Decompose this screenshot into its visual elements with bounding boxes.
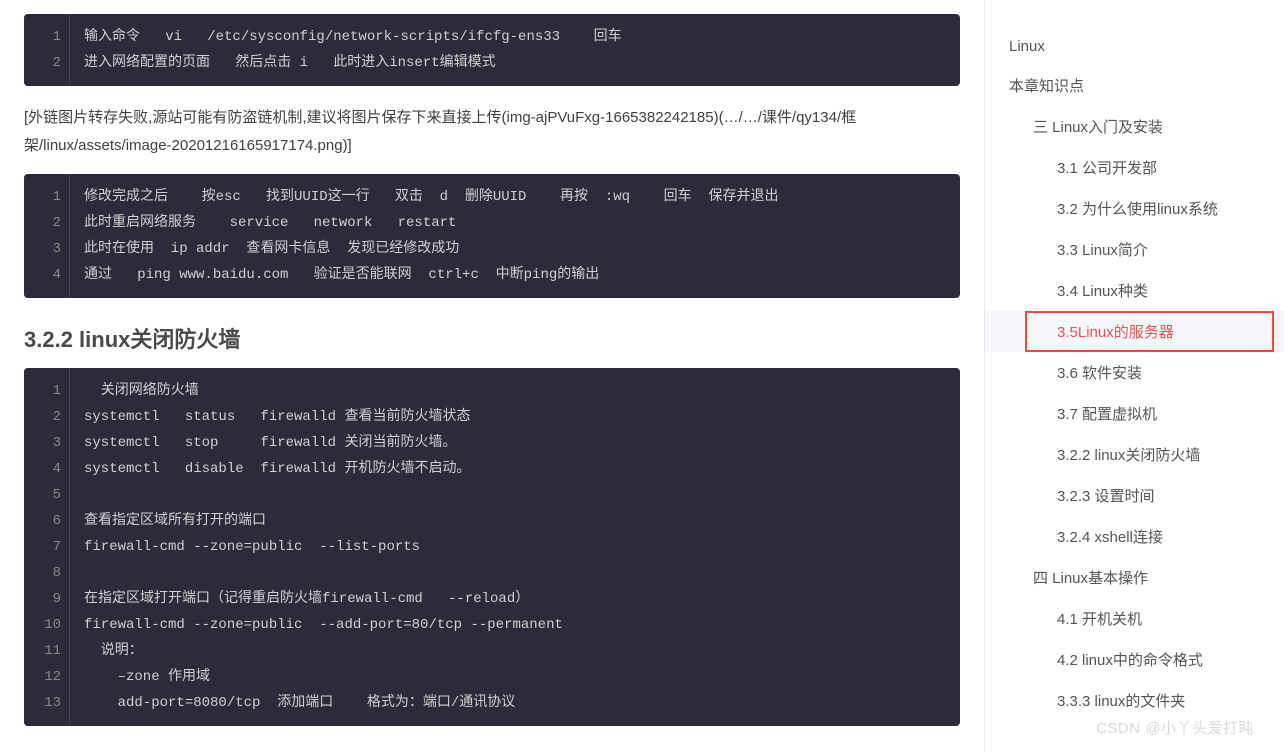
- toc-sidebar: Linux本章知识点三 Linux入门及安装3.1 公司开发部3.2 为什么使用…: [984, 0, 1284, 752]
- toc-item[interactable]: 3.2 为什么使用linux系统: [985, 188, 1284, 229]
- lineno: 2: [36, 210, 61, 236]
- code-gutter: 1 2 3 4: [24, 174, 70, 298]
- toc-item[interactable]: 3.7 配置虚拟机: [985, 393, 1284, 434]
- lineno: 11: [36, 638, 61, 664]
- lineno: 8: [36, 560, 61, 586]
- lineno: 13: [36, 690, 61, 716]
- code-gutter: 1 2 3 4 5 6 7 8 9 10 11 12 13: [24, 368, 70, 726]
- toc-item[interactable]: 3.2.4 xshell连接: [985, 516, 1284, 557]
- toc-item[interactable]: 3.6 软件安装: [985, 352, 1284, 393]
- toc-item[interactable]: 3.4 Linux种类: [985, 270, 1284, 311]
- toc-item[interactable]: 四 Linux基本操作: [985, 557, 1284, 598]
- code-content[interactable]: 关闭网络防火墙 systemctl status firewalld 查看当前防…: [70, 368, 960, 726]
- lineno: 4: [36, 262, 61, 288]
- toc-item[interactable]: 4.2 linux中的命令格式: [985, 639, 1284, 680]
- lineno: 1: [36, 24, 61, 50]
- lineno: 9: [36, 586, 61, 612]
- toc-item[interactable]: 三 Linux入门及安装: [985, 106, 1284, 147]
- toc-item[interactable]: 3.3.3 linux的文件夹: [985, 680, 1284, 721]
- lineno: 1: [36, 378, 61, 404]
- toc-item[interactable]: 3.1 公司开发部: [985, 147, 1284, 188]
- lineno: 12: [36, 664, 61, 690]
- code-block-3: 1 2 3 4 5 6 7 8 9 10 11 12 13 关闭网络防火墙 sy…: [24, 368, 960, 726]
- code-content[interactable]: 输入命令 vi /etc/sysconfig/network-scripts/i…: [70, 14, 960, 86]
- lineno: 1: [36, 184, 61, 210]
- code-gutter: 1 2: [24, 14, 70, 86]
- lineno: 2: [36, 404, 61, 430]
- toc-item[interactable]: 4.1 开机关机: [985, 598, 1284, 639]
- toc-item[interactable]: 3.2.3 设置时间: [985, 475, 1284, 516]
- lineno: 4: [36, 456, 61, 482]
- broken-image-note: [外链图片转存失败,源站可能有防盗链机制,建议将图片保存下来直接上传(img-a…: [24, 104, 960, 160]
- lineno: 7: [36, 534, 61, 560]
- lineno: 5: [36, 482, 61, 508]
- lineno: 3: [36, 236, 61, 262]
- lineno: 2: [36, 50, 61, 76]
- toc-item[interactable]: 本章知识点: [985, 65, 1284, 106]
- lineno: 6: [36, 508, 61, 534]
- lineno: 10: [36, 612, 61, 638]
- lineno: 3: [36, 430, 61, 456]
- code-block-2: 1 2 3 4 修改完成之后 按esc 找到UUID这一行 双击 d 删除UUI…: [24, 174, 960, 298]
- toc-item[interactable]: Linux: [985, 28, 1284, 65]
- section-heading-firewall: 3.2.2 linux关闭防火墙: [24, 322, 960, 354]
- toc-item[interactable]: 3.2.2 linux关闭防火墙: [985, 434, 1284, 475]
- code-content[interactable]: 修改完成之后 按esc 找到UUID这一行 双击 d 删除UUID 再按 :wq…: [70, 174, 960, 298]
- toc-item[interactable]: 3.3 Linux简介: [985, 229, 1284, 270]
- article-main: 1 2 输入命令 vi /etc/sysconfig/network-scrip…: [0, 0, 984, 752]
- toc-item[interactable]: 3.5Linux的服务器: [985, 311, 1284, 352]
- code-block-1: 1 2 输入命令 vi /etc/sysconfig/network-scrip…: [24, 14, 960, 86]
